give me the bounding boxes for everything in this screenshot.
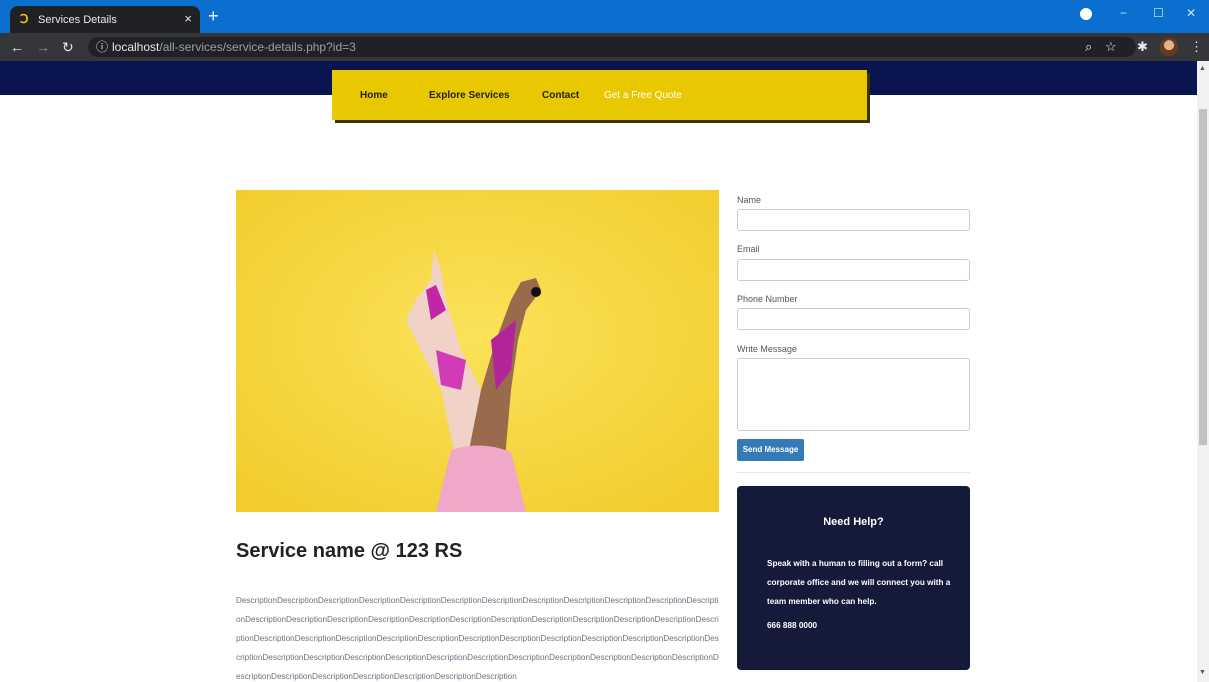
message-label: Write Message	[737, 344, 797, 354]
page-scrollbar[interactable]: ▲ ▼	[1197, 61, 1209, 682]
url-host: localhost	[112, 40, 160, 54]
forward-arrow-icon[interactable]: →	[36, 39, 50, 55]
main-navigation: Home Explore Services Contact Get a Free…	[332, 70, 867, 120]
url-field[interactable]: ⓘ localhost/all-services/service-details…	[88, 37, 1136, 57]
profile-download-icon[interactable]	[1080, 8, 1092, 20]
help-title: Need Help?	[823, 516, 884, 528]
site-info-icon[interactable]: ⓘ	[96, 37, 108, 57]
minimize-button[interactable]: −	[1120, 6, 1127, 20]
service-description: DescriptionDescriptionDescriptionDescrip…	[236, 596, 719, 681]
bookmark-star-icon[interactable]: ☆	[1105, 39, 1117, 55]
tab-close-icon[interactable]: ×	[184, 11, 192, 26]
send-message-button[interactable]: Send Message	[737, 439, 804, 461]
help-text: Speak with a human to filling out a form…	[767, 559, 951, 606]
scroll-up-icon[interactable]: ▲	[1199, 65, 1206, 72]
nav-contact-link[interactable]: Contact	[542, 90, 579, 101]
phone-label: Phone Number	[737, 294, 798, 304]
nav-home-link[interactable]: Home	[360, 90, 388, 101]
email-label: Email	[737, 244, 760, 254]
page-viewport: Home Explore Services Contact Get a Free…	[0, 61, 1209, 682]
name-label: Name	[737, 195, 762, 205]
maximize-button[interactable]: ☐	[1153, 6, 1164, 20]
nav-explore-link[interactable]: Explore Services	[429, 90, 510, 101]
email-field[interactable]	[737, 259, 970, 281]
address-bar: ← → ↻ ⓘ localhost/all-services/service-d…	[0, 33, 1209, 61]
close-window-button[interactable]: ✕	[1186, 6, 1196, 20]
zoom-icon[interactable]: ⌕	[1085, 39, 1092, 55]
browser-tab-bar: Ↄ Services Details × + − ☐ ✕	[0, 0, 1209, 33]
browser-menu-icon[interactable]: ⋮	[1190, 39, 1203, 55]
message-textarea[interactable]	[737, 358, 970, 431]
nav-quote-link[interactable]: Get a Free Quote	[604, 90, 682, 101]
url-path: /all-services/service-details.php?id=3	[159, 40, 356, 54]
new-tab-button[interactable]: +	[208, 6, 219, 26]
extensions-puzzle-icon[interactable]: ✱	[1137, 39, 1148, 55]
painted-hands-illustration	[236, 190, 719, 512]
divider	[737, 472, 970, 473]
tab-title: Services Details	[38, 13, 117, 26]
service-title: Service name @ 123 RS	[236, 540, 463, 562]
browser-tab[interactable]: Ↄ Services Details ×	[10, 6, 200, 33]
scrollbar-thumb[interactable]	[1199, 109, 1207, 445]
help-box: Need Help? Speak with a human to filling…	[737, 486, 970, 670]
service-image	[236, 190, 719, 512]
help-phone[interactable]: 666 888 0000	[767, 621, 817, 630]
reload-icon[interactable]: ↻	[62, 39, 74, 55]
site-favicon-icon: Ↄ	[20, 12, 29, 26]
profile-avatar[interactable]	[1160, 38, 1178, 56]
name-field[interactable]	[737, 209, 970, 231]
phone-field[interactable]	[737, 308, 970, 330]
scroll-down-icon[interactable]: ▼	[1199, 669, 1206, 676]
back-arrow-icon[interactable]: ←	[10, 39, 24, 55]
